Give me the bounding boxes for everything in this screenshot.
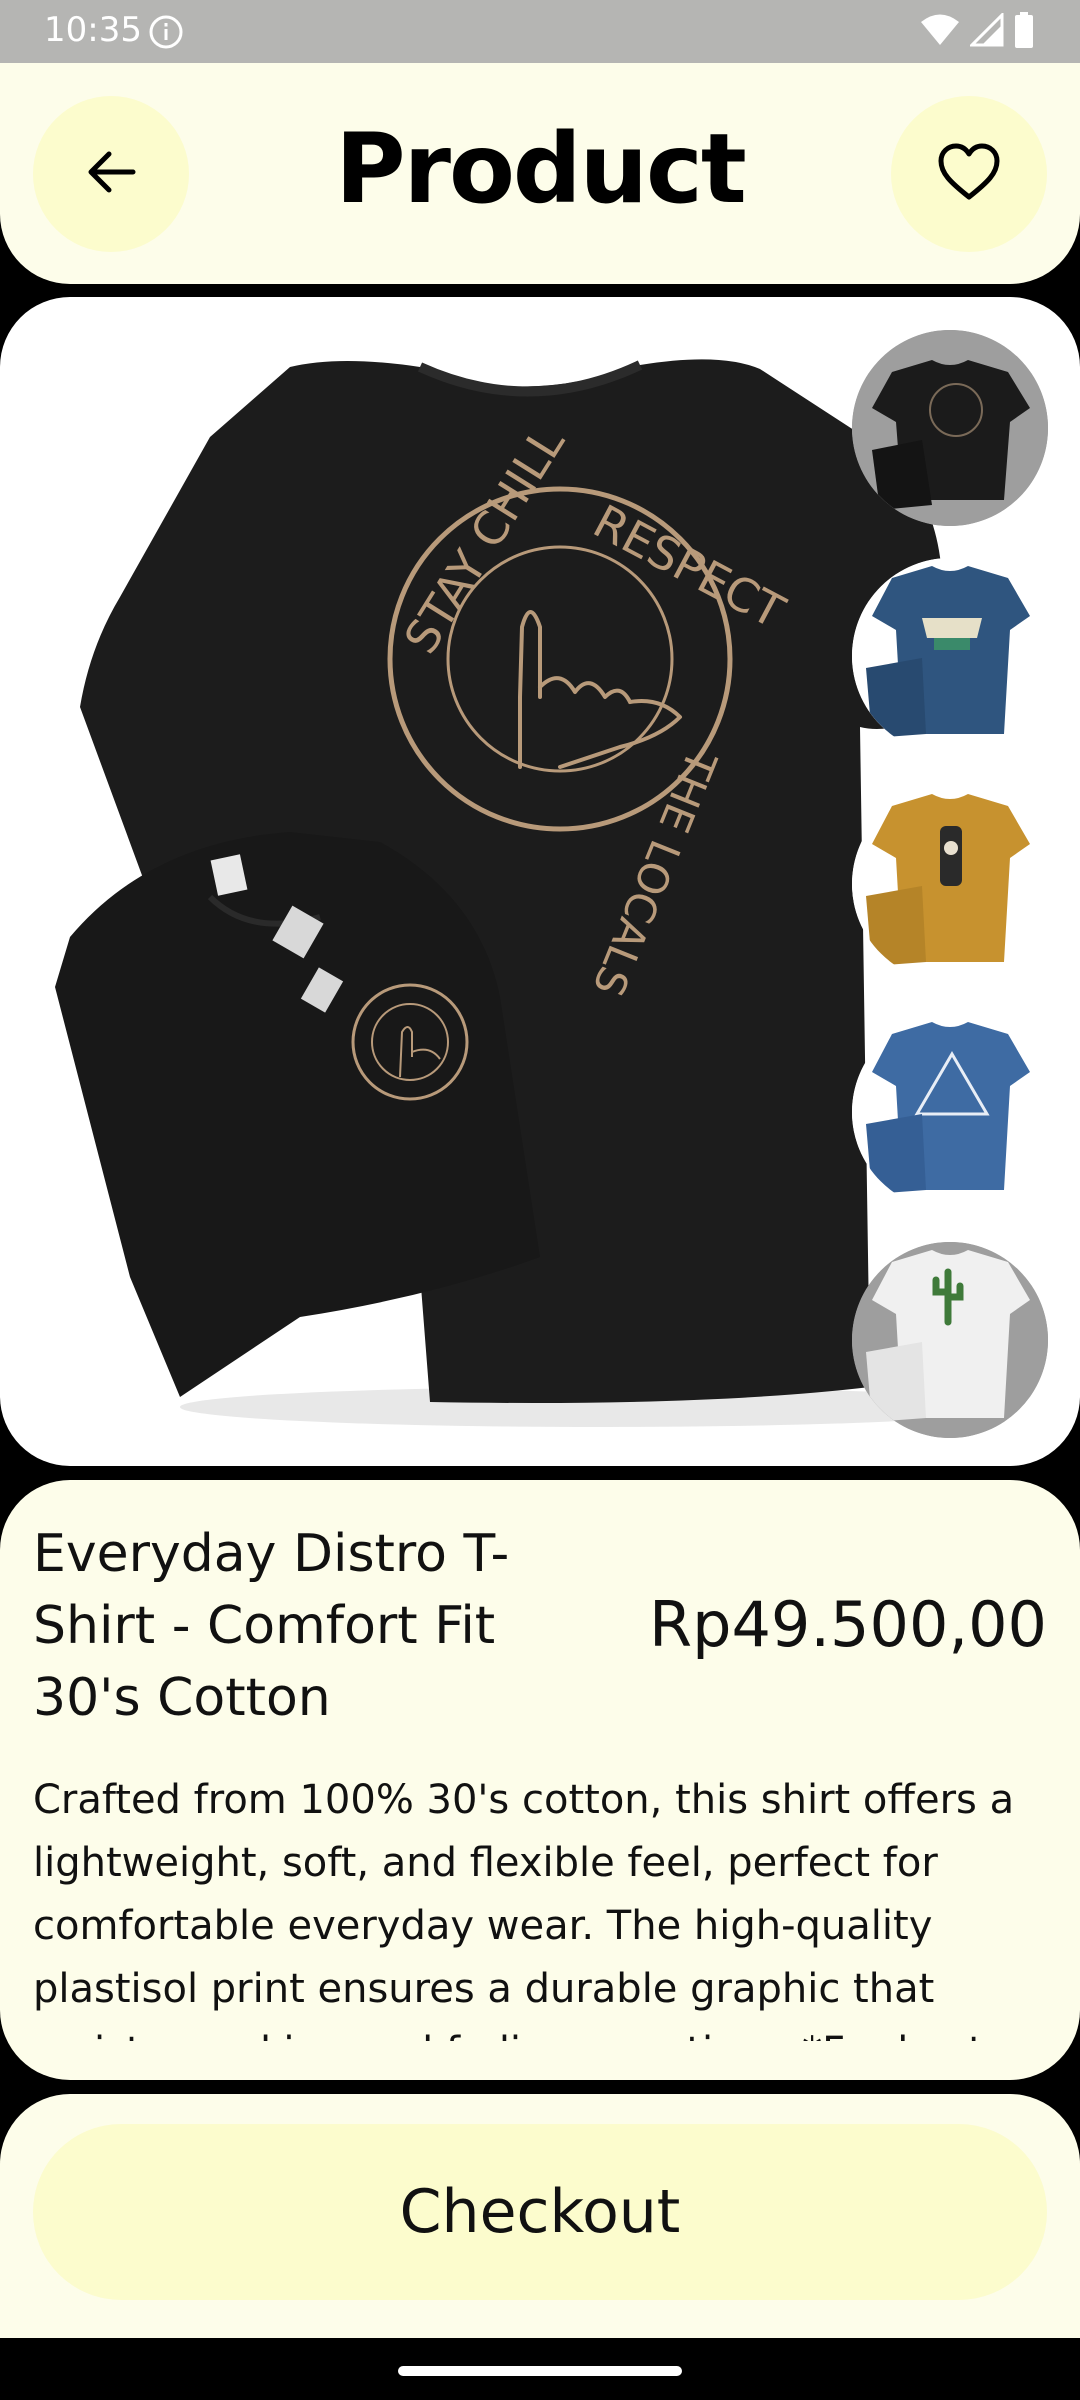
navigation-bar bbox=[0, 2338, 1080, 2400]
thumbnail-1[interactable] bbox=[852, 330, 1048, 526]
favorite-button[interactable] bbox=[891, 96, 1047, 252]
signal-icon bbox=[968, 11, 1004, 51]
product-description[interactable]: Crafted from 100% 30's cotton, this shir… bbox=[33, 1769, 1053, 2041]
info-icon bbox=[148, 14, 184, 50]
home-indicator[interactable] bbox=[398, 2366, 682, 2376]
thumbnail-2[interactable] bbox=[852, 558, 1048, 754]
thumbnail-4[interactable] bbox=[852, 1014, 1048, 1210]
product-details: Everyday Distro T-Shirt - Comfort Fit 30… bbox=[0, 1480, 1080, 2080]
heart-outline-icon bbox=[936, 142, 1002, 206]
header: Product bbox=[0, 63, 1080, 284]
wifi-icon bbox=[920, 13, 960, 51]
product-name: Everyday Distro T-Shirt - Comfort Fit 30… bbox=[33, 1524, 510, 1728]
status-time: 10:35 bbox=[44, 10, 142, 50]
status-bar: 10:35 bbox=[0, 0, 1080, 63]
checkout-button[interactable]: Checkout bbox=[33, 2124, 1047, 2300]
checkout-bar: Checkout bbox=[0, 2094, 1080, 2338]
thumbnail-3[interactable] bbox=[852, 786, 1048, 982]
product-gallery: STAY CHILL RESPECT THE LOCALS bbox=[0, 297, 1080, 1466]
battery-icon bbox=[1014, 12, 1034, 52]
product-price: Rp49.500,00 bbox=[649, 1588, 1047, 1661]
status-icons bbox=[920, 11, 1034, 52]
thumbnail-5[interactable] bbox=[852, 1242, 1048, 1438]
